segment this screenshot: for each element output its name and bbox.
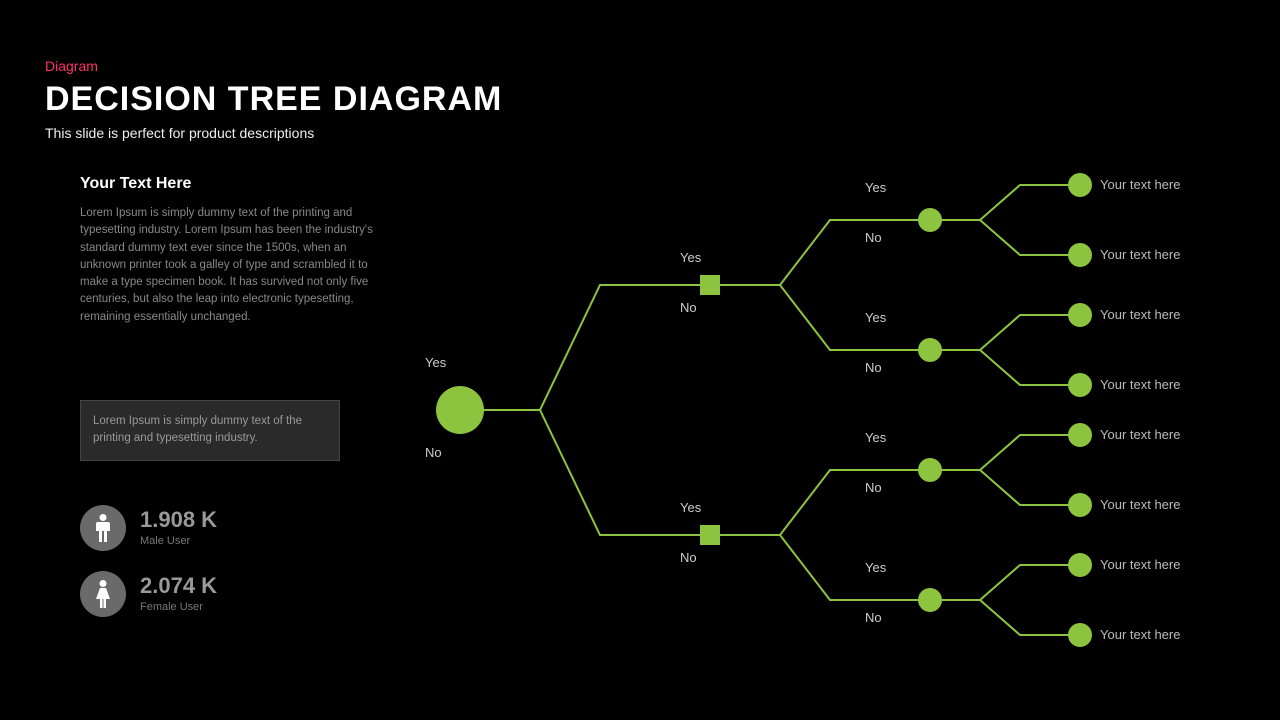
stat-female-value: 2.074 K	[140, 575, 217, 597]
stat-male: 1.908 K Male User	[80, 505, 217, 551]
l3-1-yes: Yes	[865, 310, 886, 325]
text-block-heading: Your Text Here	[80, 175, 380, 193]
l3-2-no: No	[865, 480, 882, 495]
text-block: Your Text Here Lorem Ipsum is simply dum…	[80, 175, 380, 326]
tree-svg	[400, 155, 1260, 695]
stat-female-label: Female User	[140, 601, 217, 613]
leaf-1: Your text here	[1100, 247, 1180, 262]
subtitle: This slide is perfect for product descri…	[45, 125, 314, 141]
text-block-body: Lorem Ipsum is simply dummy text of the …	[80, 205, 380, 326]
leaf-6: Your text here	[1100, 557, 1180, 572]
stats-group: 1.908 K Male User 2.074 K Female User	[80, 505, 217, 637]
leaf-5: Your text here	[1100, 497, 1180, 512]
l3-3-yes: Yes	[865, 560, 886, 575]
l2-bot-yes: Yes	[680, 500, 701, 515]
stat-male-value: 1.908 K	[140, 509, 217, 531]
decision-tree: Yes No Yes No Yes No Yes No Yes No Yes N…	[400, 155, 1260, 695]
leaf-4: Your text here	[1100, 427, 1180, 442]
l2-bot-no: No	[680, 550, 697, 565]
stat-male-label: Male User	[140, 535, 217, 547]
female-icon	[80, 571, 126, 617]
male-icon	[80, 505, 126, 551]
l2-top-no: No	[680, 300, 697, 315]
page-title: DECISION TREE DIAGRAM	[45, 80, 502, 119]
l3-0-yes: Yes	[865, 180, 886, 195]
stat-female: 2.074 K Female User	[80, 571, 217, 617]
callout-box: Lorem Ipsum is simply dummy text of the …	[80, 400, 340, 461]
l3-1-no: No	[865, 360, 882, 375]
leaf-2: Your text here	[1100, 307, 1180, 322]
leaf-0: Your text here	[1100, 177, 1180, 192]
leaf-3: Your text here	[1100, 377, 1180, 392]
l3-0-no: No	[865, 230, 882, 245]
root-yes: Yes	[425, 355, 446, 370]
l2-top-yes: Yes	[680, 250, 701, 265]
root-no: No	[425, 445, 442, 460]
category-label: Diagram	[45, 58, 98, 74]
l3-2-yes: Yes	[865, 430, 886, 445]
leaf-7: Your text here	[1100, 627, 1180, 642]
l3-3-no: No	[865, 610, 882, 625]
